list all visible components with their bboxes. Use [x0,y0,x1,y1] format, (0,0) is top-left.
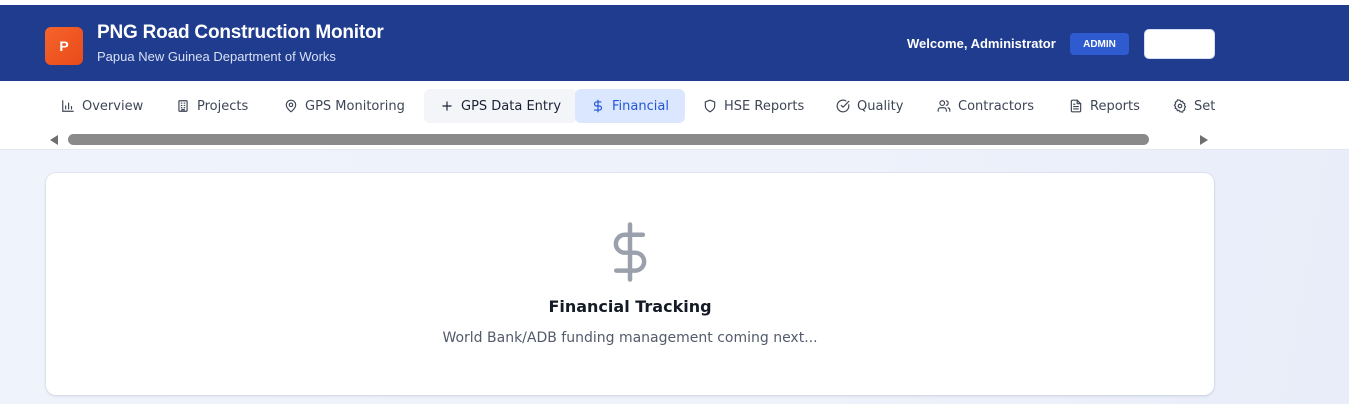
tab-hse-reports[interactable]: HSE Reports [687,89,820,123]
plus-icon [442,101,452,111]
user-menu-button[interactable] [1144,29,1215,59]
shield-icon [704,99,716,113]
role-badge: ADMIN [1070,33,1129,55]
scroll-left-arrow-icon[interactable] [50,135,58,145]
tab-label: GPS Monitoring [305,98,405,114]
bar-chart-icon [62,100,74,112]
tab-gps-data-entry[interactable]: GPS Data Entry [424,89,578,123]
gear-icon [1173,99,1187,113]
tab-label: Projects [197,98,249,114]
check-circle-icon [836,99,850,113]
logo-letter: P [59,38,69,54]
scrollbar-thumb[interactable] [68,134,1149,145]
tab-label: GPS Data Entry [461,98,562,114]
file-text-icon [1070,99,1082,113]
tab-reports[interactable]: Reports [1053,89,1156,123]
card-title: Financial Tracking [548,297,712,316]
tab-gps-monitoring[interactable]: GPS Monitoring [268,89,421,123]
scroll-right-arrow-icon[interactable] [1200,135,1208,145]
dollar-icon [613,222,647,282]
app-title: PNG Road Construction Monitor [97,22,384,43]
app-header: P PNG Road Construction Monitor Papua Ne… [0,5,1349,81]
tab-label: Reports [1090,98,1140,114]
tab-label: Settings [1194,98,1215,114]
users-icon [937,100,951,112]
tab-label: Overview [82,98,144,114]
app-subtitle: Papua New Guinea Department of Works [97,49,336,64]
tab-label: HSE Reports [724,98,805,114]
building-icon [178,100,188,112]
tab-label: Contractors [958,98,1034,114]
main-nav: Overview Projects GPS Monitoring GPS Dat… [0,81,1349,150]
app-logo: P [45,27,83,65]
tab-projects[interactable]: Projects [160,89,264,123]
map-pin-icon [285,99,297,113]
tab-overview[interactable]: Overview [45,89,159,123]
tab-label: Financial [612,98,669,114]
welcome-text: Welcome, Administrator [907,36,1056,51]
tab-financial[interactable]: Financial [575,89,685,123]
tab-quality[interactable]: Quality [820,89,919,123]
tab-settings[interactable]: Settings [1157,89,1215,123]
tab-contractors[interactable]: Contractors [921,89,1050,123]
card-description: World Bank/ADB funding management coming… [442,330,818,346]
tab-scrollbar[interactable] [45,133,1215,147]
dollar-icon [593,99,603,113]
tab-strip[interactable]: Overview Projects GPS Monitoring GPS Dat… [45,89,1215,123]
tab-label: Quality [857,98,904,114]
financial-placeholder-card: Financial Tracking World Bank/ADB fundin… [46,173,1214,395]
